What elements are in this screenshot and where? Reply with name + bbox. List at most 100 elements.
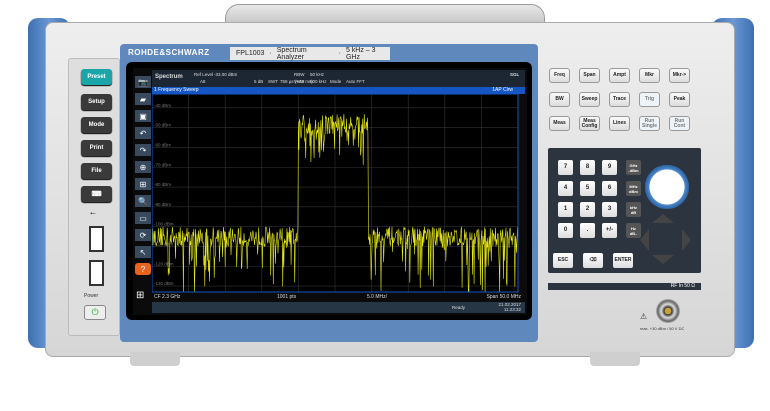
app-name[interactable]: Spectrum: [155, 74, 183, 80]
multi-zoom-icon[interactable]: ⊞: [135, 178, 151, 190]
backspace-key[interactable]: ⌫: [583, 253, 603, 268]
span-value: Span 50.0 MHz: [486, 294, 521, 300]
fullscreen-icon[interactable]: ▭: [135, 212, 151, 224]
zoom-off-icon[interactable]: 🔍: [135, 195, 151, 207]
key-digit[interactable]: +/-: [602, 223, 617, 238]
key-trig[interactable]: Trig: [639, 92, 660, 107]
window-title: 1 Frequency Sweep: [154, 87, 199, 93]
foot: [130, 352, 180, 366]
brand-logo: ROHDE&SCHWARZ: [128, 48, 210, 57]
camera-icon[interactable]: 📷: [135, 76, 151, 88]
usb-icon: ⭠: [90, 210, 96, 217]
ref-level-value: -33.00 dBm: [214, 72, 238, 77]
print-button[interactable]: Print: [81, 140, 112, 156]
y-tick-label: -40 dBm: [154, 103, 171, 108]
redo-icon[interactable]: ↷: [135, 144, 151, 156]
spectrum-plot[interactable]: -40 dBm -50 dBm -60 dBm -70 dBm -80 dBm -90 d…: [152, 94, 525, 294]
key-bw[interactable]: BW: [549, 92, 570, 107]
key-meas-config[interactable]: Meas Config: [579, 116, 600, 131]
unit-key[interactable]: GHz -dBm: [626, 160, 641, 175]
unit-key-label: dBm: [629, 188, 638, 194]
arrow-down-button[interactable]: [652, 255, 674, 264]
rf-input-connector[interactable]: [656, 299, 680, 323]
key-run-single[interactable]: Run Single: [639, 116, 660, 131]
foot: [590, 352, 640, 366]
key-ampt[interactable]: Ampt: [609, 68, 630, 83]
key-digit[interactable]: 6: [602, 181, 617, 196]
key-digit[interactable]: 1: [558, 202, 573, 217]
help-icon[interactable]: ?: [135, 263, 151, 275]
open-icon[interactable]: ▰: [135, 93, 151, 105]
undo-icon[interactable]: ↶: [135, 127, 151, 139]
att-value: 5 dB: [254, 79, 264, 84]
vbw-value: 500 kHz: [310, 79, 327, 84]
unit-key-label: dB..: [629, 230, 638, 236]
sgl-indicator: SGL: [510, 72, 520, 77]
arrow-up-button[interactable]: [652, 214, 674, 223]
key-sweep[interactable]: Sweep: [579, 92, 600, 107]
status-time: 11:23:32: [503, 307, 521, 312]
key-lines[interactable]: Lines: [609, 116, 630, 131]
key-mkr-[interactable]: Mkr->: [669, 68, 690, 83]
help-pointer-icon[interactable]: ↖: [135, 246, 151, 258]
model-name: FPL1003: [236, 50, 265, 57]
arrow-right-button[interactable]: [682, 229, 691, 251]
usb-port[interactable]: [89, 260, 104, 286]
model-type: Spectrum Analyzer: [276, 46, 307, 61]
key-meas[interactable]: Meas: [549, 116, 570, 131]
model-label: FPL1003 · Spectrum Analyzer · 5 kHz – 3 GH…: [230, 46, 390, 61]
ref-level-label: Ref Level: [194, 72, 214, 77]
key-digit[interactable]: 2: [580, 202, 595, 217]
esc-key[interactable]: ESC: [553, 253, 573, 268]
y-tick-label: -100 dBm: [154, 222, 174, 227]
save-icon[interactable]: ▣: [135, 110, 151, 122]
key-freq[interactable]: Freq: [549, 68, 570, 83]
display-update-icon[interactable]: ⟳: [135, 229, 151, 241]
key-digit[interactable]: 3: [602, 202, 617, 217]
power-button[interactable]: ⏻: [84, 305, 106, 320]
key-trace[interactable]: Trace: [609, 92, 630, 107]
y-tick-label: -50 dBm: [154, 123, 171, 128]
key-digit[interactable]: 7: [558, 160, 573, 175]
mode-value: Auto FFT: [346, 79, 365, 84]
key-digit[interactable]: 5: [580, 181, 595, 196]
frequency-per-division: 5.0 MHz/: [367, 294, 388, 300]
zoom-icon[interactable]: ⊕: [135, 161, 151, 173]
trace-label: 1AP Clrw: [492, 87, 513, 93]
rf-input-label: RF In 50 Ω: [548, 283, 701, 290]
preset-button[interactable]: Preset: [81, 69, 112, 85]
arrow-left-button[interactable]: [640, 229, 649, 251]
file-button[interactable]: File: [81, 163, 112, 179]
windows-icon[interactable]: ⊞: [136, 290, 148, 302]
key-mkr[interactable]: Mkr: [639, 68, 660, 83]
unit-key[interactable]: Hz dB..: [626, 223, 641, 238]
enter-key[interactable]: ENTER: [613, 253, 633, 268]
setup-button[interactable]: Setup: [81, 94, 112, 110]
key-digit[interactable]: 8: [580, 160, 595, 175]
window-title-bar: 1 Frequency Sweep 1AP Clrw: [152, 87, 525, 94]
key-peak[interactable]: Peak: [669, 92, 690, 107]
y-tick-label: -90 dBm: [154, 202, 171, 207]
vbw-label: VBW: [294, 79, 305, 84]
unit-key[interactable]: MHz dBm: [626, 181, 641, 196]
usb-port[interactable]: [89, 226, 104, 252]
center-frequency: CF 2.3 GHz: [154, 294, 181, 300]
y-tick-label: -120 dBm: [154, 261, 174, 266]
key-digit[interactable]: .: [580, 223, 595, 238]
mode-button[interactable]: Mode: [81, 117, 112, 133]
model-range: 5 kHz – 3 GHz: [345, 46, 376, 61]
key-digit[interactable]: 0: [558, 223, 573, 238]
status-bar: Ready 21.02.2017 11:23:32: [152, 302, 525, 313]
keyboard-icon: ⌨: [91, 191, 102, 198]
keyboard-button[interactable]: ⌨: [81, 186, 112, 202]
unit-key-label: -dBm: [628, 167, 639, 173]
unit-key-label: dB: [630, 209, 637, 215]
key-run-cont[interactable]: Run Cont: [669, 116, 690, 131]
att-label: Att: [200, 79, 206, 84]
rotary-knob[interactable]: [645, 165, 689, 209]
key-digit[interactable]: 4: [558, 181, 573, 196]
key-digit[interactable]: 9: [602, 160, 617, 175]
key-span[interactable]: Span: [579, 68, 600, 83]
power-label: Power: [84, 293, 99, 299]
unit-key[interactable]: kHz dB: [626, 202, 641, 217]
